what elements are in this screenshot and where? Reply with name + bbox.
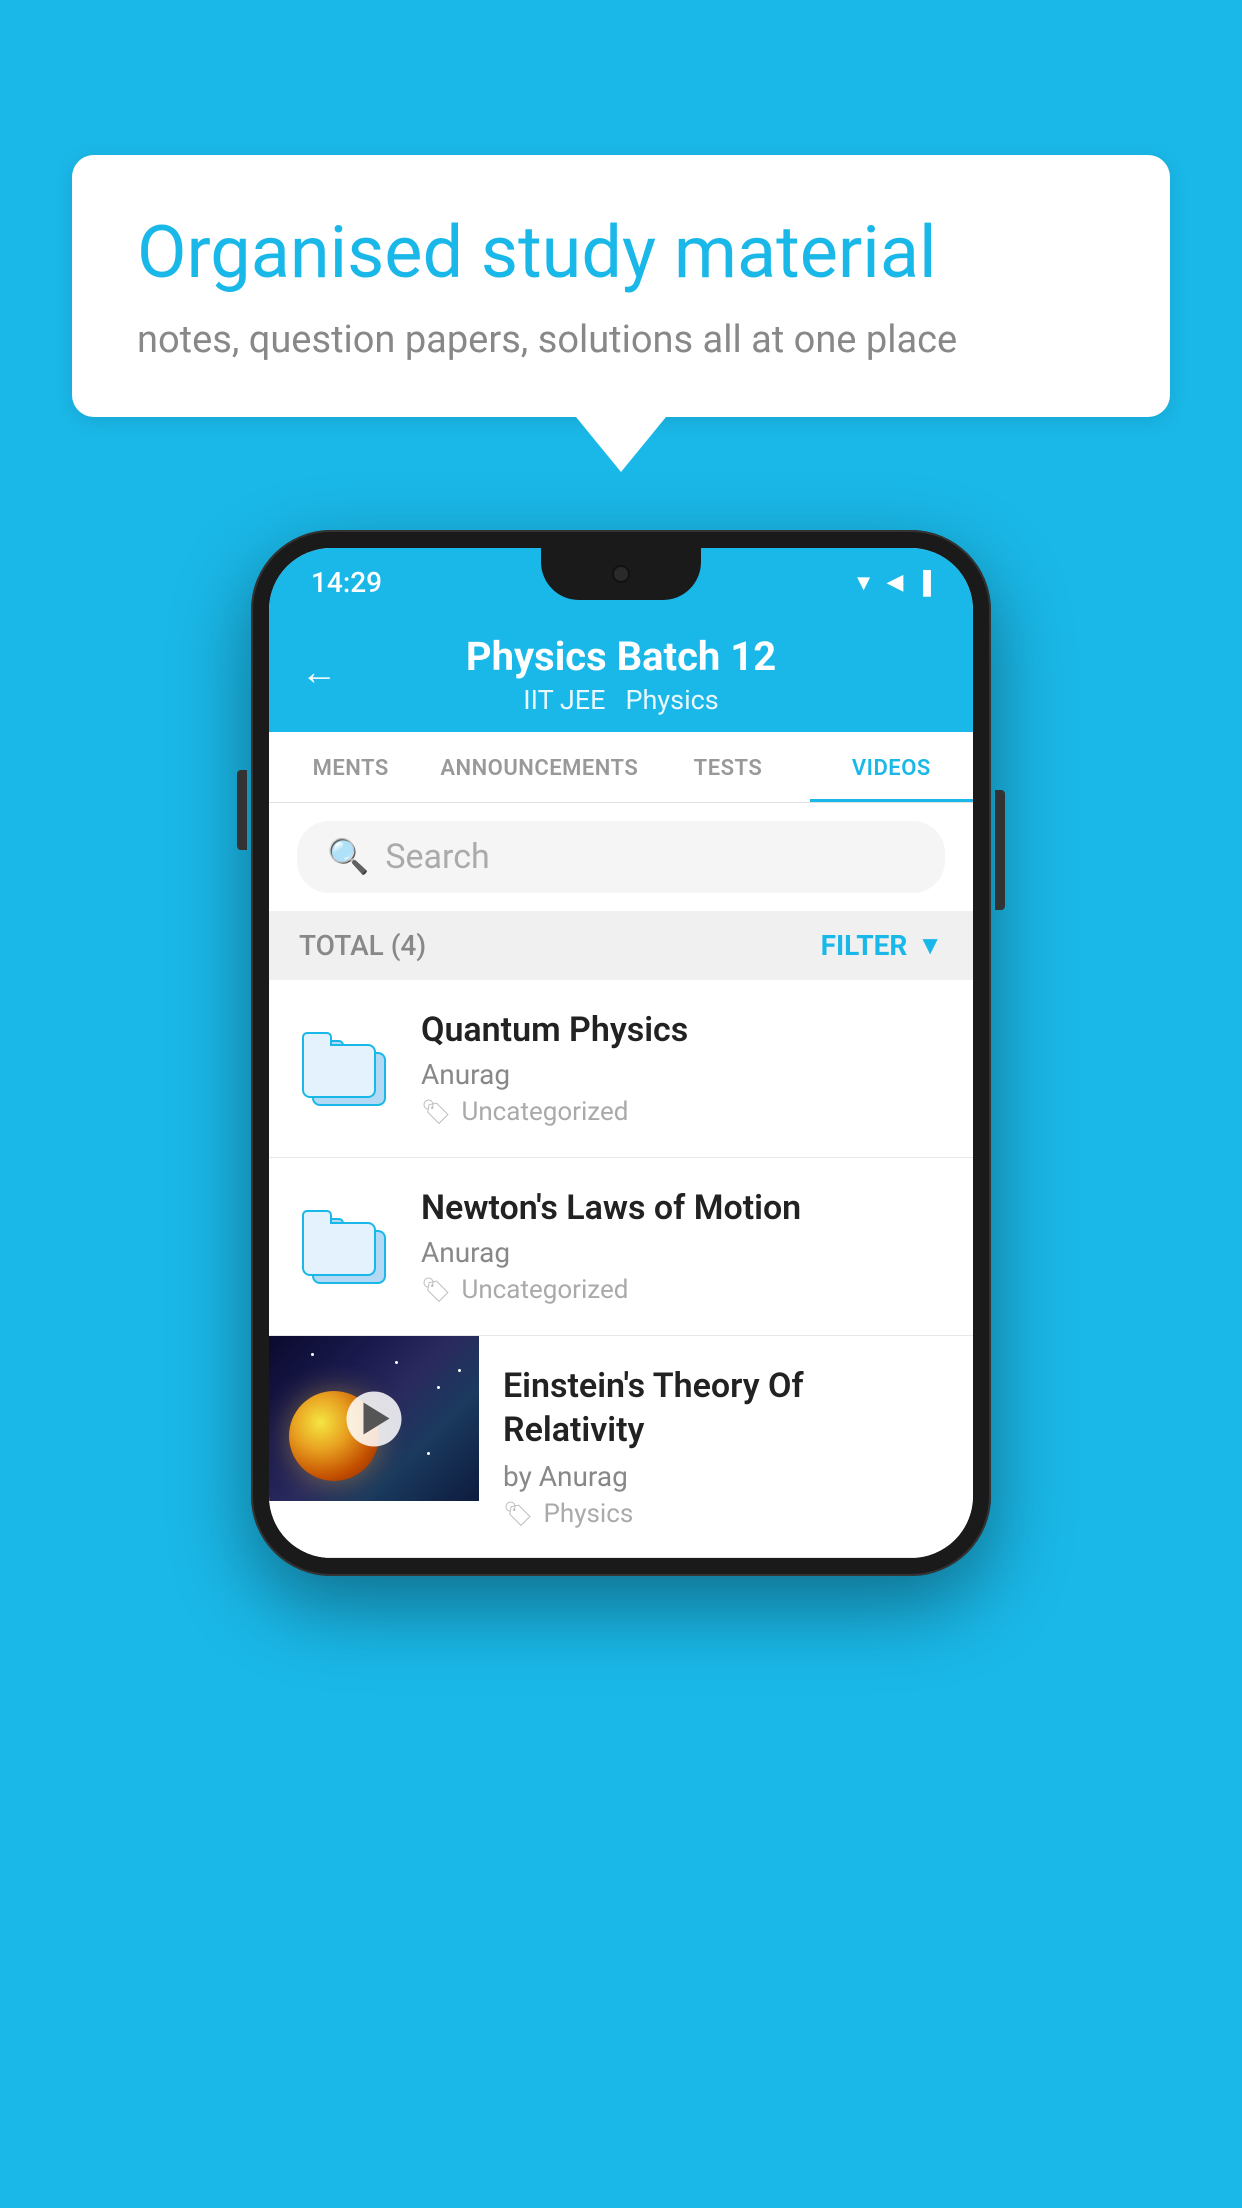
filter-label: FILTER xyxy=(821,929,908,962)
filter-button[interactable]: FILTER ▼ xyxy=(821,929,943,962)
signal-icon: ◀ xyxy=(886,570,903,595)
speech-bubble-title: Organised study material xyxy=(137,210,1105,296)
phone-outer: 14:29 ▼ ◀ ▐ ← Physics Batch 12 IIT JEE P… xyxy=(251,530,991,1576)
header-title: Physics Batch 12 xyxy=(309,633,933,680)
search-placeholder: Search xyxy=(385,837,489,877)
tab-tests[interactable]: TESTS xyxy=(646,732,809,802)
phone-screen: 14:29 ▼ ◀ ▐ ← Physics Batch 12 IIT JEE P… xyxy=(269,548,973,1558)
status-icons: ▼ ◀ ▐ xyxy=(853,570,931,596)
video-tag-1: 🏷 Uncategorized xyxy=(421,1097,945,1127)
tabs-bar: MENTS ANNOUNCEMENTS TESTS VIDEOS xyxy=(269,732,973,803)
header-subtitle: IIT JEE Physics xyxy=(309,684,933,716)
tab-videos[interactable]: VIDEOS xyxy=(810,732,973,802)
folder-icon-1 xyxy=(297,1031,397,1106)
video-info-1: Quantum Physics Anurag 🏷 Uncategorized xyxy=(421,1010,945,1127)
list-item[interactable]: Einstein's Theory Of Relativity by Anura… xyxy=(269,1336,973,1558)
video-tag-2: 🏷 Uncategorized xyxy=(421,1275,945,1305)
video-tag-label-2: Uncategorized xyxy=(461,1275,628,1305)
header-subtitle-physics: Physics xyxy=(625,684,718,716)
play-button[interactable] xyxy=(347,1391,402,1446)
notch xyxy=(541,548,701,600)
search-bar[interactable]: 🔍 Search xyxy=(297,821,945,893)
video-title-1: Quantum Physics xyxy=(421,1010,945,1050)
video-author-1: Anurag xyxy=(421,1058,945,1091)
speech-bubble-arrow xyxy=(576,417,666,472)
einstein-info: Einstein's Theory Of Relativity by Anura… xyxy=(479,1336,973,1557)
back-arrow[interactable]: ← xyxy=(301,651,337,693)
status-time: 14:29 xyxy=(311,566,382,599)
einstein-tag-label: Physics xyxy=(543,1499,633,1529)
einstein-title: Einstein's Theory Of Relativity xyxy=(503,1364,949,1452)
battery-icon: ▐ xyxy=(915,570,931,596)
camera-notch xyxy=(612,565,630,583)
total-label: TOTAL (4) xyxy=(299,929,426,962)
video-author-2: Anurag xyxy=(421,1236,945,1269)
tag-icon-1: 🏷 xyxy=(421,1098,451,1126)
einstein-author: by Anurag xyxy=(503,1460,949,1493)
video-title-2: Newton's Laws of Motion xyxy=(421,1188,945,1228)
phone-mockup: 14:29 ▼ ◀ ▐ ← Physics Batch 12 IIT JEE P… xyxy=(251,530,991,1576)
filter-icon: ▼ xyxy=(917,930,943,961)
folder-icon-2 xyxy=(297,1209,397,1284)
speech-bubble-subtitle: notes, question papers, solutions all at… xyxy=(137,318,1105,362)
list-item[interactable]: Quantum Physics Anurag 🏷 Uncategorized xyxy=(269,980,973,1158)
search-icon: 🔍 xyxy=(327,837,369,877)
tag-icon-2: 🏷 xyxy=(421,1276,451,1304)
play-icon xyxy=(364,1403,390,1435)
einstein-thumbnail xyxy=(269,1336,479,1501)
tab-ments[interactable]: MENTS xyxy=(269,732,432,802)
einstein-tag: 🏷 Physics xyxy=(503,1499,949,1529)
video-info-2: Newton's Laws of Motion Anurag 🏷 Uncateg… xyxy=(421,1188,945,1305)
wifi-icon: ▼ xyxy=(853,570,875,596)
filter-bar: TOTAL (4) FILTER ▼ xyxy=(269,911,973,980)
app-header: ← Physics Batch 12 IIT JEE Physics xyxy=(269,611,973,732)
video-list: Quantum Physics Anurag 🏷 Uncategorized xyxy=(269,980,973,1558)
header-subtitle-iitjee: IIT JEE xyxy=(523,684,605,716)
speech-bubble: Organised study material notes, question… xyxy=(72,155,1170,417)
list-item[interactable]: Newton's Laws of Motion Anurag 🏷 Uncateg… xyxy=(269,1158,973,1336)
video-tag-label-1: Uncategorized xyxy=(461,1097,628,1127)
search-container: 🔍 Search xyxy=(269,803,973,911)
speech-bubble-container: Organised study material notes, question… xyxy=(72,155,1170,472)
tab-announcements[interactable]: ANNOUNCEMENTS xyxy=(432,732,646,802)
tag-icon-3: 🏷 xyxy=(503,1500,533,1528)
